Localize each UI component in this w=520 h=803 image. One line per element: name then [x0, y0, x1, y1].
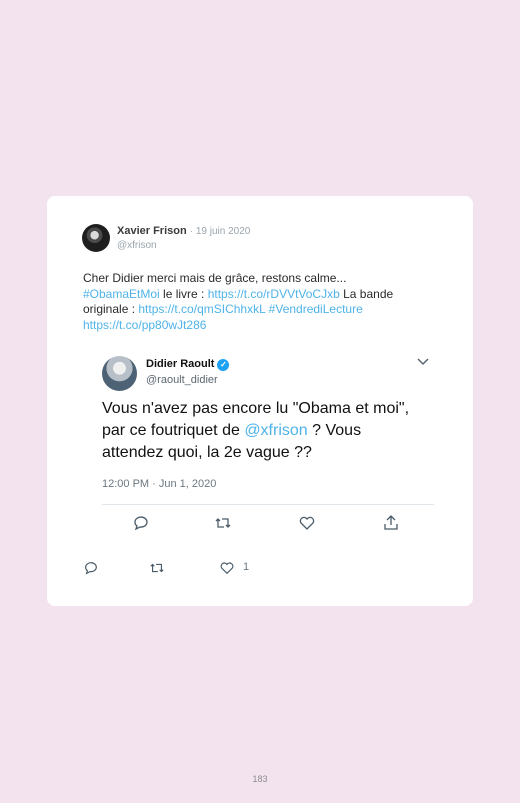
author-handle[interactable]: @xfrison [117, 240, 157, 251]
tweet-header: Xavier Frison · 19 juin 2020 @xfrison [82, 224, 453, 256]
embedded-tweet[interactable]: Didier Raoult ✓ @raoult_didier Vous n'ave… [102, 354, 434, 544]
hashtag-link[interactable]: #VendrediLecture [269, 302, 363, 316]
embedded-avatar[interactable] [102, 356, 137, 391]
tweet-action-bar: 1 [83, 560, 283, 578]
mention-link[interactable]: @xfrison [244, 422, 307, 439]
embedded-author-name-text[interactable]: Didier Raoult [146, 358, 214, 370]
author-name-text[interactable]: Xavier Frison [117, 225, 187, 237]
url-link[interactable]: https://t.co/rDVVtVoCJxb [208, 287, 340, 301]
tweet-text: Cher Didier merci mais de grâce, restons… [83, 271, 413, 333]
author-name[interactable]: Xavier Frison · 19 juin 2020 [117, 225, 250, 237]
retweet-icon[interactable] [149, 560, 165, 576]
embedded-timestamp[interactable]: 12:00 PM · Jun 1, 2020 [102, 478, 216, 490]
divider [102, 504, 434, 505]
like-count: 1 [243, 561, 250, 573]
reply-icon[interactable] [83, 560, 99, 576]
share-icon[interactable] [382, 514, 400, 532]
embedded-action-bar [132, 514, 412, 532]
embedded-tweet-text: Vous n'avez pas encore lu "Obama et moi"… [102, 398, 422, 464]
page-number: 183 [252, 774, 268, 784]
chevron-down-icon[interactable] [416, 356, 430, 368]
like-icon[interactable] [298, 514, 316, 532]
retweet-icon[interactable] [214, 514, 232, 532]
tweet-text-intro: Cher Didier merci mais de grâce, restons… [83, 271, 347, 285]
reply-icon[interactable] [132, 514, 150, 532]
tweet-card: Xavier Frison · 19 juin 2020 @xfrison Ch… [47, 196, 473, 606]
url-link[interactable]: https://t.co/qmSIChhxkL [138, 302, 265, 316]
tweet-date[interactable]: · 19 juin 2020 [190, 226, 251, 237]
avatar[interactable] [82, 224, 110, 252]
embedded-author-handle[interactable]: @raoult_didier [146, 374, 218, 386]
tweet-text-livre: le livre : [159, 286, 208, 301]
like-icon[interactable] [219, 560, 235, 576]
url-link[interactable]: https://t.co/pp80wJt286 [83, 318, 206, 332]
hashtag-link[interactable]: #ObamaEtMoi [83, 287, 160, 301]
embedded-author-name[interactable]: Didier Raoult ✓ [146, 358, 230, 371]
verified-badge-icon: ✓ [217, 359, 230, 371]
